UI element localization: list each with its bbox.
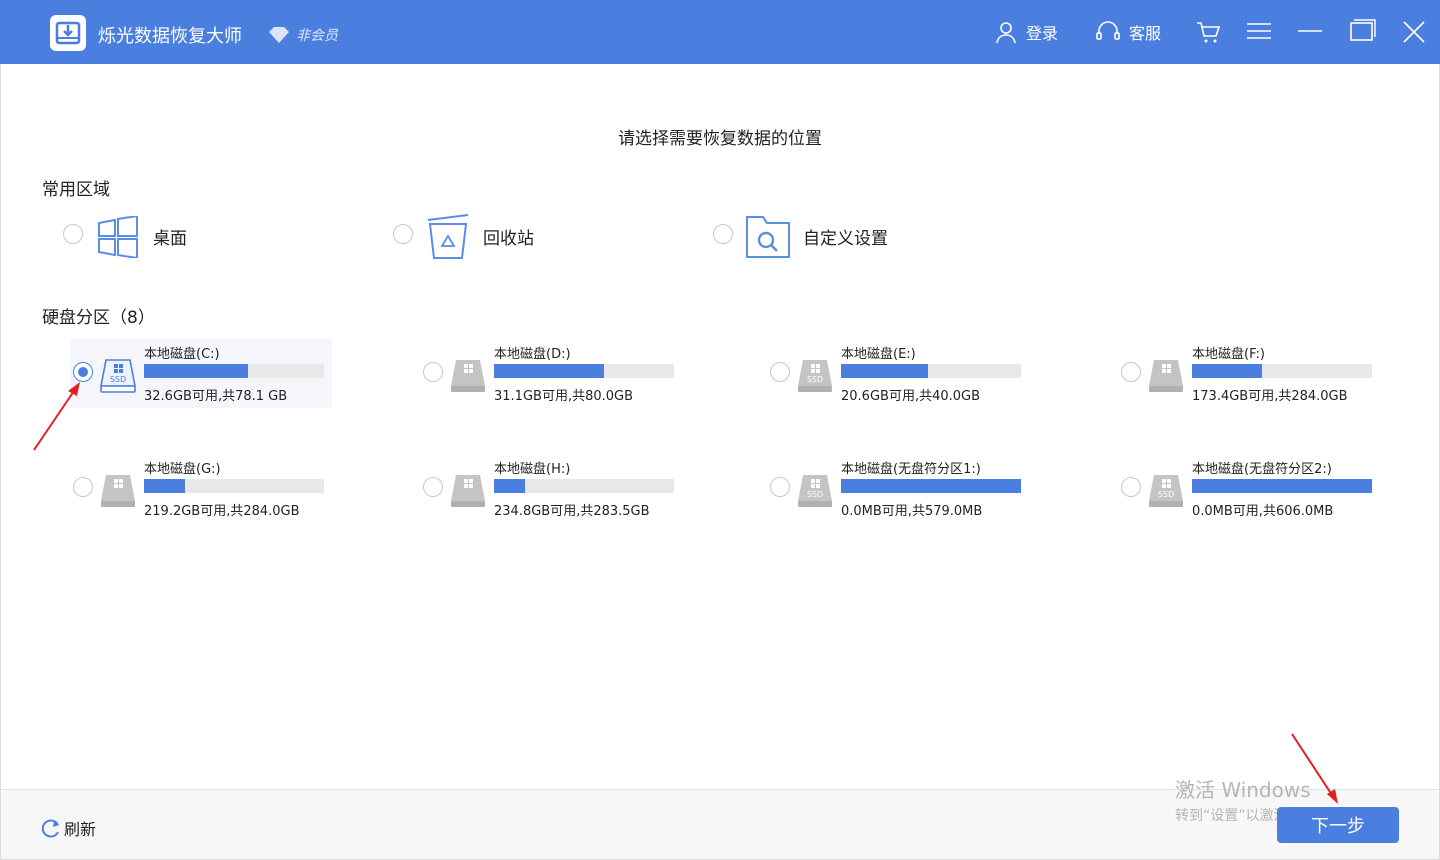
diamond-icon bbox=[268, 26, 290, 44]
drive-radio[interactable] bbox=[423, 477, 443, 497]
drive-radio[interactable] bbox=[1121, 477, 1141, 497]
drive-item[interactable]: SSD 本地磁盘(无盘符分区1:) 0.0MB可用,共579.0MB bbox=[767, 453, 1029, 523]
drive-radio[interactable] bbox=[73, 477, 93, 497]
drive-usage-bar bbox=[841, 364, 1021, 378]
ssd-drive-icon: SSD bbox=[100, 358, 138, 394]
drive-usage-bar bbox=[1192, 479, 1372, 493]
desktop-label[interactable]: 桌面 bbox=[153, 224, 187, 249]
app-logo-icon bbox=[50, 15, 86, 51]
drive-size: 0.0MB可用,共579.0MB bbox=[841, 500, 982, 519]
ssd-drive-icon: SSD bbox=[1148, 473, 1186, 509]
refresh-icon bbox=[40, 817, 62, 839]
cart-icon[interactable] bbox=[1194, 18, 1222, 46]
hdd-drive-icon bbox=[450, 473, 488, 509]
drive-name: 本地磁盘(无盘符分区1:) bbox=[841, 458, 981, 477]
drive-size: 0.0MB可用,共606.0MB bbox=[1192, 500, 1333, 519]
hdd-drive-icon bbox=[1148, 358, 1186, 394]
refresh-label: 刷新 bbox=[64, 816, 96, 840]
close-icon[interactable] bbox=[1400, 18, 1428, 46]
drive-size: 234.8GB可用,共283.5GB bbox=[494, 500, 650, 519]
drive-item[interactable]: 本地磁盘(F:) 173.4GB可用,共284.0GB bbox=[1118, 338, 1380, 408]
desktop-radio[interactable] bbox=[63, 224, 83, 244]
drive-radio[interactable] bbox=[423, 362, 443, 382]
login-button[interactable]: 登录 bbox=[994, 20, 1058, 44]
title-bar: 烁光数据恢复大师 非会员 登录 客服 bbox=[0, 0, 1440, 64]
app-title: 烁光数据恢复大师 bbox=[98, 22, 242, 48]
drive-radio[interactable] bbox=[770, 477, 790, 497]
ssd-drive-icon: SSD bbox=[797, 358, 835, 394]
drive-item[interactable]: 本地磁盘(D:) 31.1GB可用,共80.0GB bbox=[420, 338, 682, 408]
svg-text:SSD: SSD bbox=[1158, 490, 1174, 499]
headset-icon bbox=[1095, 20, 1121, 44]
drive-name: 本地磁盘(无盘符分区2:) bbox=[1192, 458, 1332, 477]
page-heading: 请选择需要恢复数据的位置 bbox=[0, 124, 1440, 149]
annotation-arrow-icon bbox=[30, 378, 85, 453]
custom-location-label[interactable]: 自定义设置 bbox=[803, 224, 888, 249]
drive-radio[interactable] bbox=[1121, 362, 1141, 382]
svg-text:SSD: SSD bbox=[807, 490, 823, 499]
drive-item[interactable]: 本地磁盘(H:) 234.8GB可用,共283.5GB bbox=[420, 453, 682, 523]
drive-usage-bar bbox=[144, 364, 324, 378]
drive-size: 31.1GB可用,共80.0GB bbox=[494, 385, 633, 404]
drive-usage-bar bbox=[1192, 364, 1372, 378]
annotation-arrow-icon bbox=[1288, 732, 1343, 807]
drive-size: 173.4GB可用,共284.0GB bbox=[1192, 385, 1348, 404]
drive-name: 本地磁盘(C:) bbox=[144, 343, 220, 362]
drive-size: 32.6GB可用,共78.1 GB bbox=[144, 385, 287, 404]
svg-text:SSD: SSD bbox=[110, 375, 126, 384]
drive-item[interactable]: SSD 本地磁盘(C:) 32.6GB可用,共78.1 GB bbox=[70, 338, 332, 408]
custom-location-radio[interactable] bbox=[713, 224, 733, 244]
minimize-icon[interactable] bbox=[1296, 18, 1324, 46]
windows-desktop-icon bbox=[97, 216, 139, 258]
member-label: 非会员 bbox=[296, 25, 338, 45]
next-step-button[interactable]: 下一步 bbox=[1277, 807, 1399, 843]
drive-name: 本地磁盘(F:) bbox=[1192, 343, 1265, 362]
service-button[interactable]: 客服 bbox=[1095, 20, 1161, 44]
drive-usage-bar bbox=[144, 479, 324, 493]
service-label: 客服 bbox=[1129, 20, 1161, 44]
user-icon bbox=[994, 20, 1018, 44]
drive-name: 本地磁盘(H:) bbox=[494, 458, 570, 477]
recycle-bin-radio[interactable] bbox=[393, 224, 413, 244]
refresh-button[interactable]: 刷新 bbox=[40, 816, 96, 840]
recycle-bin-icon bbox=[426, 212, 470, 260]
folder-search-icon bbox=[745, 215, 791, 259]
drive-size: 219.2GB可用,共284.0GB bbox=[144, 500, 300, 519]
drive-usage-bar bbox=[494, 479, 674, 493]
maximize-icon[interactable] bbox=[1348, 18, 1376, 46]
hdd-drive-icon bbox=[450, 358, 488, 394]
drive-item[interactable]: SSD 本地磁盘(E:) 20.6GB可用,共40.0GB bbox=[767, 338, 1029, 408]
menu-icon[interactable] bbox=[1245, 18, 1273, 46]
drive-item[interactable]: 本地磁盘(G:) 219.2GB可用,共284.0GB bbox=[70, 453, 332, 523]
drive-usage-bar bbox=[494, 364, 674, 378]
member-status[interactable]: 非会员 bbox=[268, 25, 338, 45]
drive-name: 本地磁盘(D:) bbox=[494, 343, 571, 362]
recycle-bin-label[interactable]: 回收站 bbox=[483, 224, 534, 249]
login-label: 登录 bbox=[1026, 20, 1058, 44]
drive-radio[interactable] bbox=[770, 362, 790, 382]
drive-name: 本地磁盘(G:) bbox=[144, 458, 221, 477]
drive-size: 20.6GB可用,共40.0GB bbox=[841, 385, 980, 404]
svg-text:SSD: SSD bbox=[807, 375, 823, 384]
drive-item[interactable]: SSD 本地磁盘(无盘符分区2:) 0.0MB可用,共606.0MB bbox=[1118, 453, 1380, 523]
common-section-title: 常用区域 bbox=[42, 175, 110, 200]
hdd-drive-icon bbox=[100, 473, 138, 509]
drive-name: 本地磁盘(E:) bbox=[841, 343, 916, 362]
drive-usage-bar bbox=[841, 479, 1021, 493]
drives-section-title: 硬盘分区（8） bbox=[42, 303, 155, 328]
ssd-drive-icon: SSD bbox=[797, 473, 835, 509]
